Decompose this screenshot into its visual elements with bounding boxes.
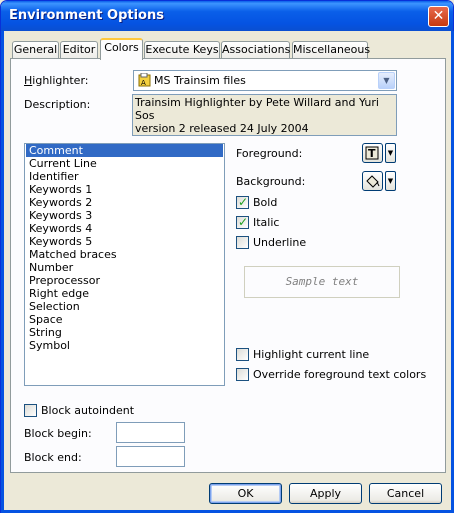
block-begin-input[interactable] <box>116 422 185 443</box>
foreground-color-button[interactable]: T ▼ <box>362 143 396 163</box>
underline-checkbox[interactable] <box>236 236 249 249</box>
tab-miscellaneous[interactable]: Miscellaneous <box>292 41 370 59</box>
block-end-input[interactable] <box>116 446 185 467</box>
window-title: Environment Options <box>9 8 164 23</box>
list-item[interactable]: Keywords 2 <box>26 196 223 209</box>
italic-checkbox[interactable]: ✓ <box>236 215 249 229</box>
list-item[interactable]: Keywords 4 <box>26 222 223 235</box>
underline-label[interactable]: Underline <box>253 236 306 249</box>
list-item[interactable]: Selection <box>26 300 223 313</box>
list-item[interactable]: Comment <box>26 144 223 157</box>
list-item[interactable]: Preprocessor <box>26 274 223 287</box>
description-line-2: version 2 released 24 July 2004 <box>135 122 309 135</box>
highlighter-value: MS Trainsim files <box>154 74 246 87</box>
list-item[interactable]: String <box>26 326 223 339</box>
tab-execute-keys[interactable]: Execute Keys <box>144 41 220 59</box>
window-frame-left <box>1 31 4 513</box>
block-end-label: Block end: <box>24 451 82 464</box>
list-item[interactable]: Identifier <box>26 170 223 183</box>
background-color-button[interactable]: ▼ <box>362 171 396 191</box>
paint-bucket-icon[interactable] <box>362 171 383 191</box>
block-begin-label: Block begin: <box>24 427 92 440</box>
list-item[interactable]: Number <box>26 261 223 274</box>
list-item[interactable]: Space <box>26 313 223 326</box>
tab-colors[interactable]: Colors <box>100 38 143 60</box>
sample-text-preview: Sample text <box>244 266 400 298</box>
tab-associations[interactable]: Associations <box>221 41 290 59</box>
highlighter-file-icon: A <box>138 72 152 87</box>
block-autoindent-label[interactable]: Block autoindent <box>41 404 134 417</box>
italic-label[interactable]: Italic <box>253 216 279 229</box>
description-label: Description: <box>24 98 91 111</box>
list-item[interactable]: Matched braces <box>26 248 223 261</box>
list-item[interactable]: Current Line <box>26 157 223 170</box>
bold-label[interactable]: Bold <box>253 196 277 209</box>
list-item[interactable]: Keywords 5 <box>26 235 223 248</box>
chevron-down-icon[interactable]: ▼ <box>385 143 396 163</box>
text-color-icon[interactable]: T <box>362 143 383 163</box>
cancel-button[interactable]: Cancel <box>369 483 442 504</box>
foreground-label: Foreground: <box>236 147 303 160</box>
svg-text:A: A <box>141 79 146 87</box>
tab-editor[interactable]: Editor <box>60 41 98 59</box>
list-item[interactable]: Right edge <box>26 287 223 300</box>
list-item[interactable]: Keywords 3 <box>26 209 223 222</box>
title-bar[interactable]: Environment Options ✕ <box>1 1 453 31</box>
environment-options-window: Environment Options ✕ General Editor Col… <box>0 0 454 513</box>
block-autoindent-checkbox[interactable] <box>24 404 37 417</box>
element-list[interactable]: Comment Current Line Identifier Keywords… <box>24 143 225 386</box>
highlight-current-line-checkbox[interactable] <box>236 348 249 361</box>
highlight-current-line-label[interactable]: Highlight current line <box>253 348 369 361</box>
background-label: Background: <box>236 175 306 188</box>
list-item[interactable]: Symbol <box>26 339 223 352</box>
description-box: Trainsim Highlighter by Pete Willard and… <box>132 94 397 136</box>
bold-checkbox[interactable]: ✓ <box>236 195 249 209</box>
highlighter-combo[interactable]: A MS Trainsim files ▼ <box>133 70 397 91</box>
checkmark-icon: ✓ <box>238 215 249 229</box>
checkmark-icon: ✓ <box>238 195 249 209</box>
tab-general[interactable]: General <box>12 41 59 59</box>
list-item[interactable]: Keywords 1 <box>26 183 223 196</box>
override-foreground-checkbox[interactable] <box>236 368 249 381</box>
description-line-1: Trainsim Highlighter by Pete Willard and… <box>135 96 379 122</box>
chevron-down-icon[interactable]: ▼ <box>385 171 396 191</box>
svg-text:T: T <box>368 147 376 160</box>
apply-button[interactable]: Apply <box>289 483 362 504</box>
override-foreground-label[interactable]: Override foreground text colors <box>253 368 426 381</box>
close-button[interactable]: ✕ <box>428 6 449 27</box>
highlighter-label: Highlighter: <box>24 74 89 87</box>
chevron-down-icon[interactable]: ▼ <box>378 72 395 89</box>
ok-button[interactable]: OK <box>209 483 282 504</box>
